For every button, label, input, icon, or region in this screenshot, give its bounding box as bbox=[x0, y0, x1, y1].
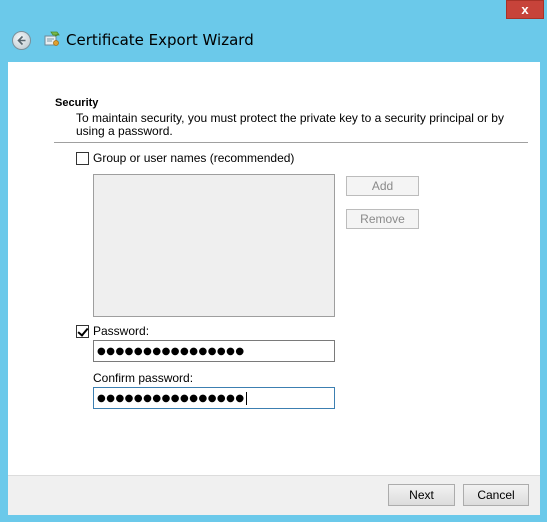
next-button[interactable]: Next bbox=[388, 484, 455, 506]
confirm-password-input[interactable]: ●●●●●●●●●●●●●●●● bbox=[93, 387, 335, 409]
password-value: ●●●●●●●●●●●●●●●● bbox=[97, 345, 245, 357]
wizard-footer: Next Cancel bbox=[8, 475, 540, 515]
password-input[interactable]: ●●●●●●●●●●●●●●●● bbox=[93, 340, 335, 362]
text-caret bbox=[245, 391, 247, 405]
group-checkbox[interactable] bbox=[76, 152, 89, 165]
certificate-icon bbox=[44, 31, 60, 46]
section-heading: Security bbox=[55, 97, 99, 109]
principal-listbox[interactable] bbox=[93, 174, 335, 317]
title-bar: Certificate Export Wizard bbox=[0, 20, 547, 62]
divider bbox=[54, 142, 528, 143]
close-icon: x bbox=[521, 2, 529, 17]
section-description: To maintain security, you must protect t… bbox=[76, 111, 504, 138]
wizard-content: Security To maintain security, you must … bbox=[8, 62, 540, 475]
remove-button[interactable]: Remove bbox=[346, 209, 419, 229]
confirm-password-label: Confirm password: bbox=[93, 371, 194, 385]
group-checkbox-label[interactable]: Group or user names (recommended) bbox=[93, 151, 294, 165]
add-button[interactable]: Add bbox=[346, 176, 419, 196]
close-button[interactable]: x bbox=[506, 0, 544, 19]
cancel-button[interactable]: Cancel bbox=[463, 484, 529, 506]
window-title: Certificate Export Wizard bbox=[66, 31, 254, 49]
confirm-password-value: ●●●●●●●●●●●●●●●● bbox=[97, 392, 245, 404]
back-button[interactable] bbox=[12, 31, 31, 50]
password-checkbox-label[interactable]: Password: bbox=[93, 324, 149, 338]
wizard-window: x Certificate Export Wizard Security To … bbox=[0, 0, 547, 522]
password-checkbox[interactable] bbox=[76, 325, 89, 338]
back-arrow-icon bbox=[17, 35, 26, 46]
